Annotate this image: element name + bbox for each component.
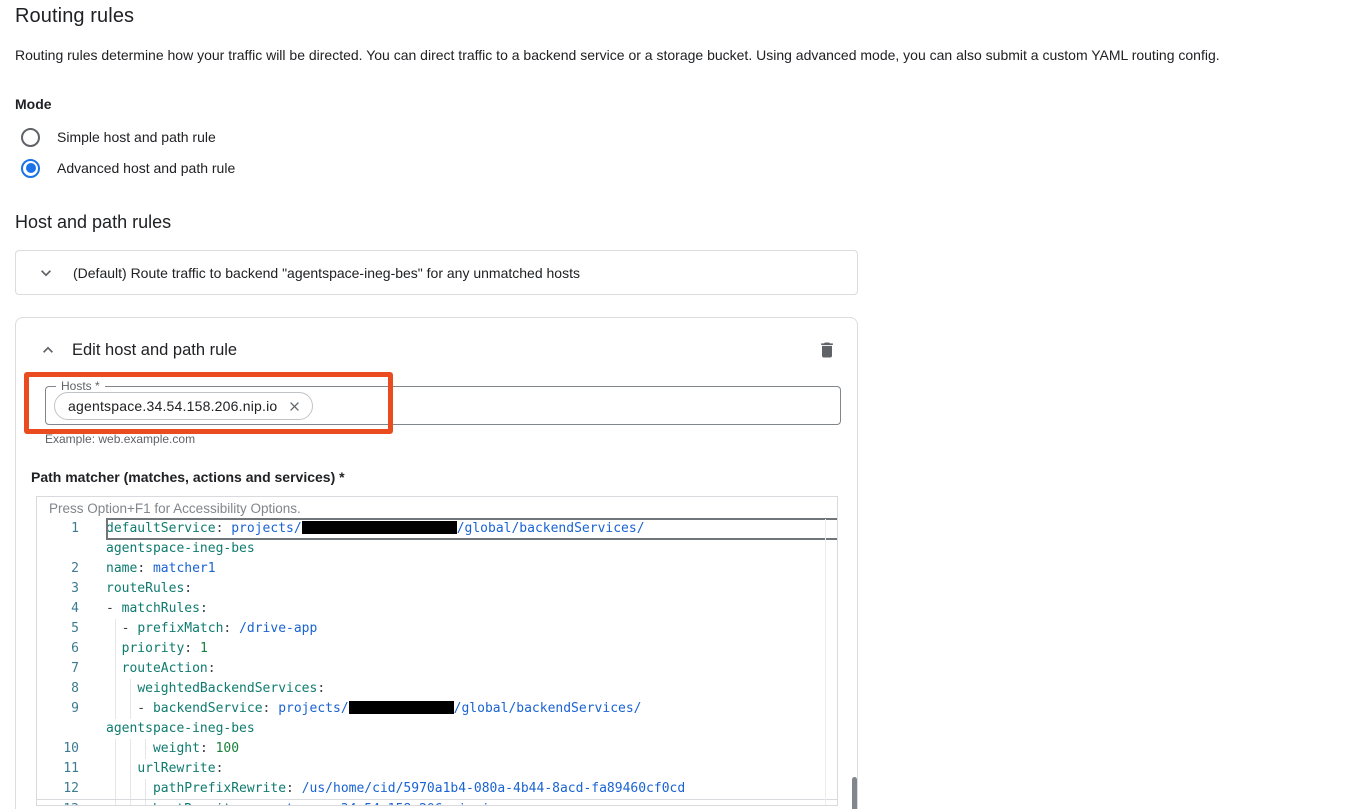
line-number <box>37 719 79 739</box>
editor-scrollbar-gutter <box>825 519 826 805</box>
line-number <box>37 539 79 559</box>
indent-guide <box>130 679 131 699</box>
chevron-up-icon <box>38 340 58 360</box>
indent-guide <box>130 800 131 806</box>
indent-guide <box>115 619 116 639</box>
radio-advanced-host-path-rule[interactable]: Advanced host and path rule <box>21 156 235 180</box>
line-number: 1 <box>37 519 79 539</box>
code-line[interactable]: 5 - prefixMatch: /drive-app <box>37 619 837 639</box>
indent-guide <box>115 699 116 719</box>
line-number: 4 <box>37 599 79 619</box>
code-editor-rows: 1defaultService: projects//global/backen… <box>37 519 837 806</box>
code-line[interactable]: 8 weightedBackendServices: <box>37 679 837 699</box>
card-title: Edit host and path rule <box>72 341 237 360</box>
path-matcher-label: Path matcher (matches, actions and servi… <box>31 469 345 485</box>
edit-host-path-rule-card: Edit host and path rule Hosts * agentspa… <box>15 317 858 809</box>
default-rule-text: (Default) Route traffic to backend "agen… <box>73 265 580 281</box>
indent-guide <box>115 759 116 779</box>
indent-guide <box>115 800 116 806</box>
chevron-down-icon <box>36 263 56 283</box>
code-line[interactable]: 1defaultService: projects//global/backen… <box>37 519 837 539</box>
line-number: 6 <box>37 639 79 659</box>
radio-unselected-icon[interactable] <box>21 128 40 147</box>
indent-guide <box>130 699 131 719</box>
code-line[interactable]: agentspace-ineg-bes <box>37 539 837 559</box>
line-number: 8 <box>37 679 79 699</box>
accessibility-hint: Press Option+F1 for Accessibility Option… <box>37 497 837 519</box>
line-number: 7 <box>37 659 79 679</box>
indent-guide <box>115 659 116 679</box>
trash-icon <box>817 340 841 360</box>
hosts-helper-text: Example: web.example.com <box>45 432 195 446</box>
code-line[interactable]: 9 - backendService: projects//global/bac… <box>37 699 837 719</box>
host-path-rules-heading: Host and path rules <box>15 212 171 233</box>
active-line-outline <box>106 518 838 540</box>
code-line[interactable]: 7 routeAction: <box>37 659 837 679</box>
close-icon[interactable] <box>287 399 302 414</box>
indent-guide <box>115 679 116 699</box>
indent-guide <box>115 639 116 659</box>
indent-guide <box>115 779 116 799</box>
code-line[interactable]: 12 pathPrefixRewrite: /us/home/cid/5970a… <box>37 779 837 799</box>
indent-guide <box>130 739 131 759</box>
mode-label: Mode <box>15 96 52 112</box>
page-description: Routing rules determine how your traffic… <box>15 47 1347 64</box>
code-line[interactable]: 2name: matcher1 <box>37 559 837 579</box>
indent-guide <box>130 779 131 799</box>
line-number: 11 <box>37 759 79 779</box>
indent-guide <box>130 759 131 779</box>
path-matcher-code-editor[interactable]: Press Option+F1 for Accessibility Option… <box>36 496 838 806</box>
code-line[interactable]: 3routeRules: <box>37 579 837 599</box>
line-number: 3 <box>37 579 79 599</box>
default-rule-expander[interactable]: (Default) Route traffic to backend "agen… <box>15 250 858 295</box>
radio-simple-host-path-rule[interactable]: Simple host and path rule <box>21 125 216 149</box>
line-number: 13 <box>37 800 79 806</box>
panel-scrollbar-thumb[interactable] <box>852 777 857 809</box>
line-number: 10 <box>37 739 79 759</box>
line-number: 2 <box>37 559 79 579</box>
redaction-bar <box>349 701 454 714</box>
host-chip-label: agentspace.34.54.158.206.nip.io <box>68 398 277 414</box>
code-line[interactable]: 13 hostRewrite: agentspace.34.54.158.206… <box>37 800 837 806</box>
indent-guide <box>115 739 116 759</box>
hosts-input-field[interactable]: Hosts * agentspace.34.54.158.206.nip.io <box>45 386 841 425</box>
radio-label: Simple host and path rule <box>57 129 216 145</box>
code-line[interactable]: agentspace-ineg-bes <box>37 719 837 739</box>
page-title: Routing rules <box>15 5 134 28</box>
code-line[interactable]: 11 urlRewrite: <box>37 759 837 779</box>
delete-rule-button[interactable] <box>817 338 841 362</box>
radio-selected-icon[interactable] <box>21 159 40 178</box>
indent-guide <box>145 739 146 759</box>
line-number: 5 <box>37 619 79 639</box>
indent-guide <box>145 779 146 799</box>
card-collapse-header[interactable]: Edit host and path rule <box>38 340 237 360</box>
radio-label: Advanced host and path rule <box>57 160 235 176</box>
line-number: 9 <box>37 699 79 719</box>
code-line[interactable]: 4- matchRules: <box>37 599 837 619</box>
code-line[interactable]: 6 priority: 1 <box>37 639 837 659</box>
line-number: 12 <box>37 779 79 799</box>
code-line[interactable]: 10 weight: 100 <box>37 739 837 759</box>
host-chip[interactable]: agentspace.34.54.158.206.nip.io <box>54 392 313 420</box>
hosts-field-label: Hosts * <box>56 379 105 393</box>
indent-guide <box>145 800 146 806</box>
